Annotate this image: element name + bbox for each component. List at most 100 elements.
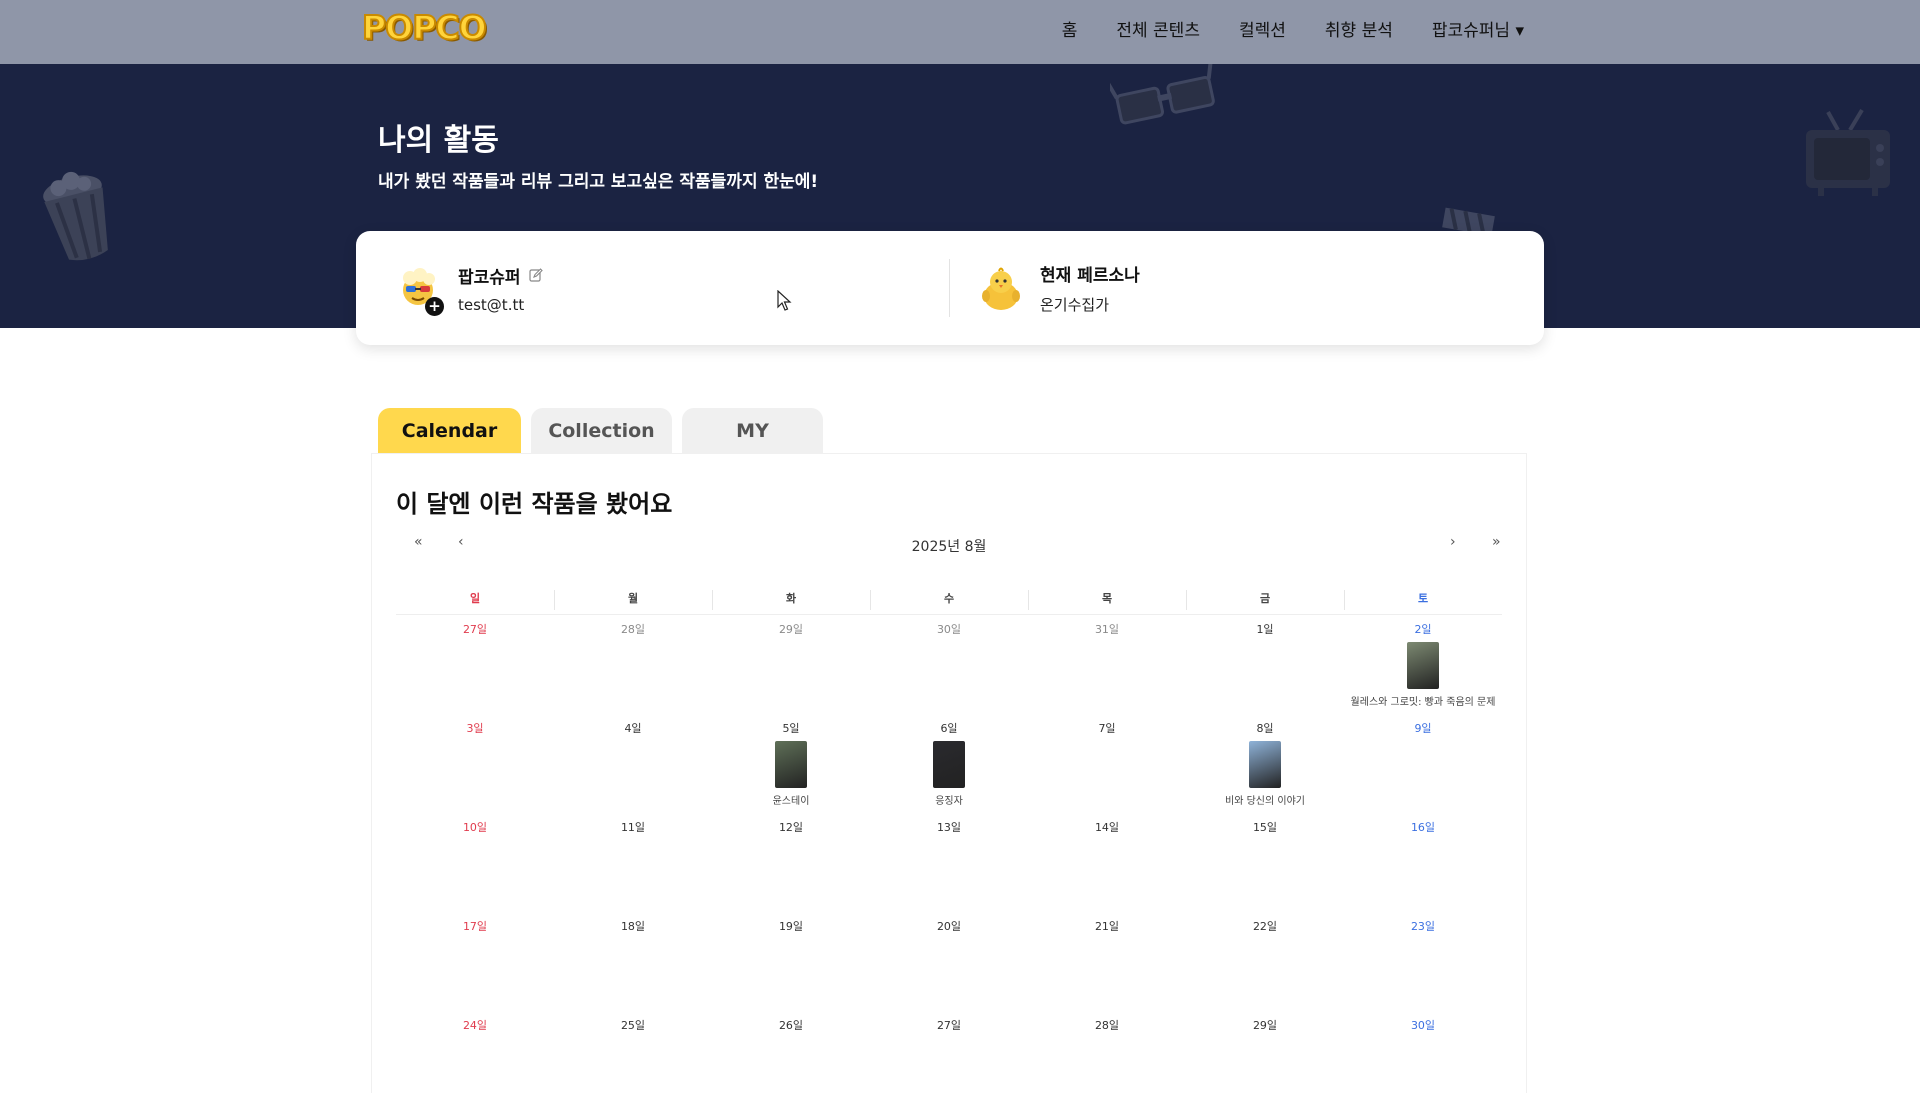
calendar-day-cell[interactable]: 10일: [396, 813, 554, 912]
weekday-sun: 일: [469, 592, 481, 605]
top-navbar: POPCO 홈 전체 콘텐츠 컬렉션 취향 분석 팝코슈퍼님 ▾: [0, 0, 1920, 64]
popcorn-bucket-icon: [43, 171, 108, 261]
day-number: 13일: [936, 821, 962, 834]
day-number: 10일: [462, 821, 488, 834]
day-number: 15일: [1252, 821, 1278, 834]
calendar-navigation: « ‹ 2025년 8월 › »: [396, 534, 1502, 558]
user-email: test@t.tt: [458, 295, 525, 314]
day-number: 19일: [778, 920, 804, 933]
day-number: 8일: [1256, 722, 1274, 735]
calendar-day-cell[interactable]: 28일: [1028, 1011, 1186, 1110]
calendar-day-cell[interactable]: 1일: [1186, 615, 1344, 714]
calendar-day-cell[interactable]: 3일: [396, 714, 554, 813]
day-number: 25일: [620, 1019, 646, 1032]
user-avatar[interactable]: +: [396, 266, 444, 316]
calendar-day-cell[interactable]: 28일: [554, 615, 712, 714]
calendar-day-cell[interactable]: 26일: [712, 1011, 870, 1110]
tab-collection[interactable]: Collection: [531, 408, 672, 454]
calendar-day-cell[interactable]: 29일: [1186, 1011, 1344, 1110]
calendar-day-cell[interactable]: 29일: [712, 615, 870, 714]
calendar-day-cell[interactable]: 7일: [1028, 714, 1186, 813]
day-number: 29일: [778, 623, 804, 636]
calendar-day-cell[interactable]: 24일: [396, 1011, 554, 1110]
current-month-label[interactable]: 2025년 8월: [396, 536, 1502, 556]
day-number: 24일: [462, 1019, 488, 1032]
day-number: 27일: [936, 1019, 962, 1032]
calendar-day-cell[interactable]: 9일: [1344, 714, 1502, 813]
calendar-day-cell[interactable]: 31일: [1028, 615, 1186, 714]
clapper-icon: [1442, 207, 1495, 234]
calendar-day-cell[interactable]: 17일: [396, 912, 554, 1011]
movie-poster[interactable]: [933, 741, 965, 788]
tab-calendar[interactable]: Calendar: [378, 408, 521, 454]
calendar-day-cell[interactable]: 25일: [554, 1011, 712, 1110]
movie-poster[interactable]: [1249, 741, 1281, 788]
activity-tabs: Calendar Collection MY: [378, 408, 823, 454]
calendar-day-cell[interactable]: 5일윤스테이: [712, 714, 870, 813]
calendar-day-cell[interactable]: 30일: [870, 615, 1028, 714]
nav-collections[interactable]: 컬렉션: [1239, 16, 1286, 41]
calendar-day-cell[interactable]: 11일: [554, 813, 712, 912]
calendar-day-cell[interactable]: 22일: [1186, 912, 1344, 1011]
day-number: 20일: [936, 920, 962, 933]
movie-poster[interactable]: [775, 741, 807, 788]
day-number: 30일: [936, 623, 962, 636]
calendar-day-cell[interactable]: 4일: [554, 714, 712, 813]
weekday-fri: 금: [1186, 584, 1344, 614]
weekday-header: 일 월 화 수 목 금 토: [396, 584, 1502, 615]
calendar-day-cell[interactable]: 18일: [554, 912, 712, 1011]
day-number: 27일: [462, 623, 488, 636]
persona-section: 현재 페르소나 온기수집가: [978, 231, 1140, 345]
weekday-wed: 수: [870, 584, 1028, 614]
calendar-day-cell[interactable]: 21일: [1028, 912, 1186, 1011]
day-number: 5일: [782, 722, 800, 735]
popco-logo[interactable]: POPCO: [361, 7, 488, 48]
card-divider: [949, 259, 950, 317]
edit-icon[interactable]: [528, 268, 543, 282]
movie-title: 월레스와 그로밋: 빵과 죽음의 문제: [1350, 697, 1496, 708]
day-number: 12일: [778, 821, 804, 834]
calendar-day-cell[interactable]: 16일: [1344, 813, 1502, 912]
day-number: 6일: [940, 722, 958, 735]
calendar-day-cell[interactable]: 13일: [870, 813, 1028, 912]
day-number: 31일: [1094, 623, 1120, 636]
next-month-button[interactable]: ›: [1450, 534, 1456, 550]
day-number: 4일: [624, 722, 642, 735]
day-number: 21일: [1094, 920, 1120, 933]
day-number: 11일: [620, 821, 646, 834]
3d-glasses-icon: [1110, 64, 1215, 125]
calendar-day-cell[interactable]: 15일: [1186, 813, 1344, 912]
calendar-day-cell[interactable]: 2일 월레스와 그로밋: 빵과 죽음의 문제: [1344, 615, 1502, 714]
calendar-day-cell[interactable]: 23일: [1344, 912, 1502, 1011]
calendar-day-cell[interactable]: 27일: [870, 1011, 1028, 1110]
main-nav: 홈 전체 콘텐츠 컬렉션 취향 분석 팝코슈퍼님 ▾: [1023, 0, 1524, 56]
user-info: 팝코슈퍼 test@t.tt: [458, 263, 543, 314]
persona-info: 현재 페르소나 온기수집가: [1040, 261, 1140, 315]
calendar-day-cell[interactable]: 14일: [1028, 813, 1186, 912]
movie-title: 비와 당신의 이야기: [1225, 796, 1305, 807]
day-number: 29일: [1252, 1019, 1278, 1032]
user-menu-dropdown[interactable]: 팝코슈퍼님 ▾: [1432, 16, 1524, 41]
movie-poster[interactable]: [1407, 642, 1439, 689]
calendar-day-cell[interactable]: 6일 응징자: [870, 714, 1028, 813]
user-name: 팝코슈퍼: [458, 267, 521, 288]
calendar-day-cell[interactable]: 20일: [870, 912, 1028, 1011]
calendar-day-cell[interactable]: 27일: [396, 615, 554, 714]
calendar-day-cell[interactable]: 30일: [1344, 1011, 1502, 1110]
day-number: 1일: [1256, 623, 1274, 636]
next-year-button[interactable]: »: [1492, 534, 1501, 550]
logo-text: POPCO: [361, 7, 488, 48]
movie-title: 윤스테이: [772, 796, 810, 807]
calendar-day-cell[interactable]: 8일비와 당신의 이야기: [1186, 714, 1344, 813]
add-avatar-icon[interactable]: +: [425, 297, 444, 316]
nav-home[interactable]: 홈: [1062, 16, 1078, 41]
tab-my[interactable]: MY: [682, 408, 823, 454]
nav-all-contents[interactable]: 전체 콘텐츠: [1116, 16, 1200, 41]
calendar-grid: 27일 28일 29일 30일 31일 1일 2일 월레스와 그로밋: 빵과 죽음의 문제 3일…: [396, 615, 1502, 1110]
nav-taste-analysis[interactable]: 취향 분석: [1325, 16, 1393, 41]
day-number: 3일: [466, 722, 484, 735]
user-name-row: 팝코슈퍼: [458, 263, 543, 288]
day-number: 18일: [620, 920, 646, 933]
calendar-day-cell[interactable]: 12일: [712, 813, 870, 912]
calendar-day-cell[interactable]: 19일: [712, 912, 870, 1011]
